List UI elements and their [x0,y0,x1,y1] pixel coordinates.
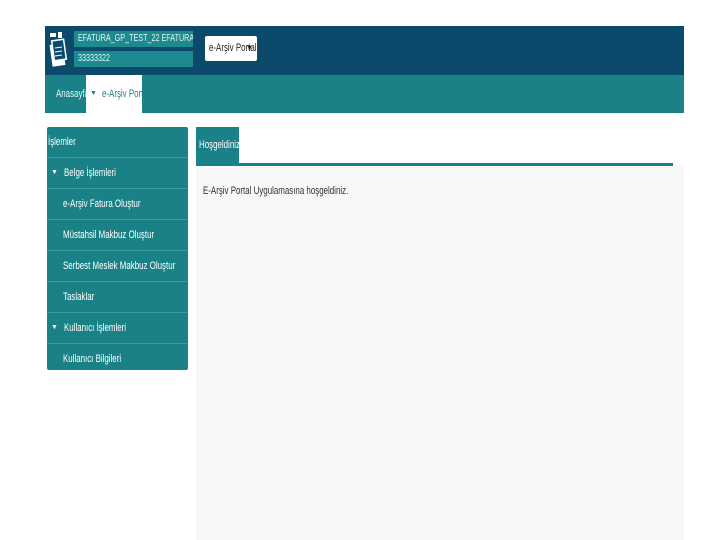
sidebar-item-label: Kullanıcı Bilgileri [63,353,122,365]
expand-arrow-icon: ▼ [51,169,58,176]
sidebar-group-belge-islemleri[interactable]: ▼ Belge İşlemleri [47,158,188,189]
breadcrumb-current-label: e-Arşiv Portal [102,88,150,100]
sidebar-item-kullanici-bilgileri[interactable]: Kullanıcı Bilgileri [47,344,188,374]
sidebar-item-e-arsiv-fatura-olustur[interactable]: e-Arşiv Fatura Oluştur [47,189,188,220]
breadcrumb: Anasayfa ▼ e-Arşiv Portal [45,75,684,113]
sidebar-item-mustahsil-makbuz-olustur[interactable]: Müstahsil Makbuz Oluştur [47,220,188,251]
breadcrumb-home-label: Anasayfa [56,88,90,100]
main-panel: Hoşgeldiniz E-Arşiv Portal Uygulamasına … [196,127,684,540]
user-name-text: EFATURA_GP_TEST_22 EFATURA_GP_TEST_22 [78,33,193,44]
tab-label: Hoşgeldiniz [199,139,239,151]
user-id-text: 33333322 [78,53,111,64]
sidebar-group-label: Belge İşlemleri [64,167,116,179]
tab-hosgeldiniz[interactable]: Hoşgeldiniz [196,127,239,163]
breadcrumb-current[interactable]: ▼ e-Arşiv Portal [86,75,150,113]
breadcrumb-arrow-icon: ▼ [90,90,97,97]
document-stack-logo-icon [48,30,68,70]
sidebar-title-text: İşlemler [48,136,76,148]
tab-underline [196,163,673,166]
user-name-field: EFATURA_GP_TEST_22 EFATURA_GP_TEST_22 [74,31,193,47]
sidebar-group-kullanici-islemleri[interactable]: ▼ Kullanıcı İşlemleri [47,313,188,344]
tab-strip: Hoşgeldiniz [196,127,684,166]
expand-arrow-icon: ▼ [51,324,58,331]
sidebar-item-label: Taslaklar [63,291,95,303]
sidebar-item-label: Serbest Meslek Makbuz Oluştur [63,260,176,272]
sidebar-item-serbest-meslek-makbuz-olustur[interactable]: Serbest Meslek Makbuz Oluştur [47,251,188,282]
dropdown-arrow-icon: ▼ [246,45,253,52]
user-id-field: 33333322 [74,51,193,67]
welcome-text: E-Arşiv Portal Uygulamasına hoşgeldiniz. [203,185,349,197]
sidebar-title: İşlemler [47,127,188,158]
sidebar-item-label: e-Arşiv Fatura Oluştur [63,198,141,210]
top-header: EFATURA_GP_TEST_22 EFATURA_GP_TEST_22 33… [45,26,684,75]
portal-select[interactable]: e-Arşiv Portal ▼ [205,36,257,61]
sidebar-item-label: Müstahsil Makbuz Oluştur [63,229,155,241]
welcome-message: E-Arşiv Portal Uygulamasına hoşgeldiniz. [203,185,405,197]
sidebar-group-label: Kullanıcı İşlemleri [64,322,127,334]
sidebar-menu: İşlemler ▼ Belge İşlemleri e-Arşiv Fatur… [47,127,188,370]
sidebar-item-taslaklar[interactable]: Taslaklar [47,282,188,313]
